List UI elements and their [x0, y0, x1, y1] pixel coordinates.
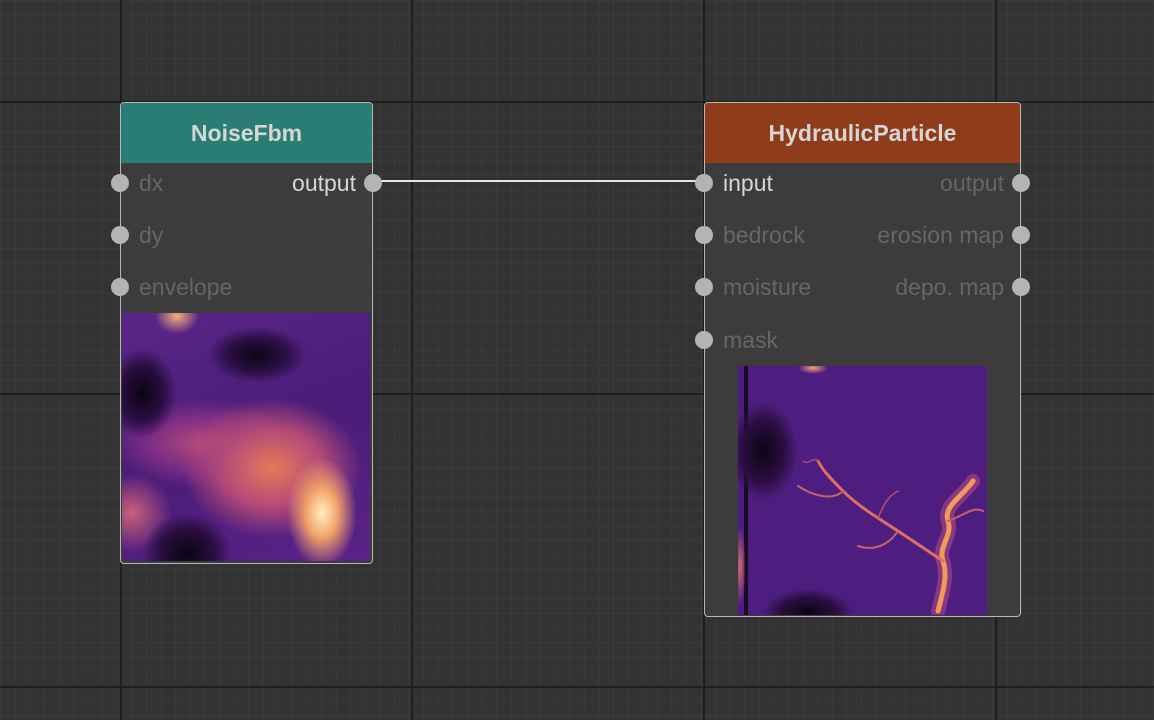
noisefbm-node[interactable]: NoiseFbm dx output dy envelope: [111, 102, 382, 564]
hydraulic-title: HydraulicParticle: [768, 119, 957, 146]
hydraulic-node[interactable]: HydraulicParticle input output bedrock e…: [695, 102, 1030, 617]
port-row-mask: mask: [695, 325, 1020, 355]
output-label-depo-map: depo. map: [895, 274, 1004, 300]
port-row-dy: dy: [111, 220, 372, 250]
noisefbm-preview-image: [122, 313, 370, 561]
output-port-erosion-map[interactable]: [1012, 226, 1030, 244]
noisefbm-header[interactable]: NoiseFbm: [121, 103, 372, 163]
input-label-moisture: moisture: [723, 274, 812, 300]
output-label-output: output: [940, 170, 1004, 196]
input-label-dx: dx: [139, 170, 164, 196]
input-port-dx[interactable]: [111, 174, 129, 192]
input-label-mask: mask: [723, 327, 778, 353]
input-port-bedrock[interactable]: [695, 226, 713, 244]
input-port-moisture[interactable]: [695, 278, 713, 296]
input-port-input[interactable]: [695, 174, 713, 192]
input-label-input: input: [723, 170, 773, 196]
output-port-output[interactable]: [364, 174, 382, 192]
output-label-output: output: [292, 170, 356, 196]
output-port-depo-map[interactable]: [1012, 278, 1030, 296]
port-row-bedrock: bedrock erosion map: [695, 220, 1030, 250]
input-label-dy: dy: [139, 222, 164, 248]
output-port-output[interactable]: [1012, 174, 1030, 192]
input-label-envelope: envelope: [139, 274, 233, 300]
noisefbm-title: NoiseFbm: [190, 119, 303, 146]
hydraulic-preview-image: [738, 366, 987, 615]
input-label-bedrock: bedrock: [723, 222, 805, 248]
port-row-dx: dx output: [111, 168, 382, 198]
input-port-mask[interactable]: [695, 331, 713, 349]
input-port-dy[interactable]: [111, 226, 129, 244]
erosion-channels: [797, 458, 984, 615]
port-row-envelope: envelope: [111, 272, 372, 302]
hydraulic-header[interactable]: HydraulicParticle: [705, 103, 1020, 163]
port-row-moisture: moisture depo. map: [695, 272, 1030, 302]
output-label-erosion-map: erosion map: [877, 222, 1004, 248]
port-row-input: input output: [695, 168, 1030, 198]
input-port-envelope[interactable]: [111, 278, 129, 296]
